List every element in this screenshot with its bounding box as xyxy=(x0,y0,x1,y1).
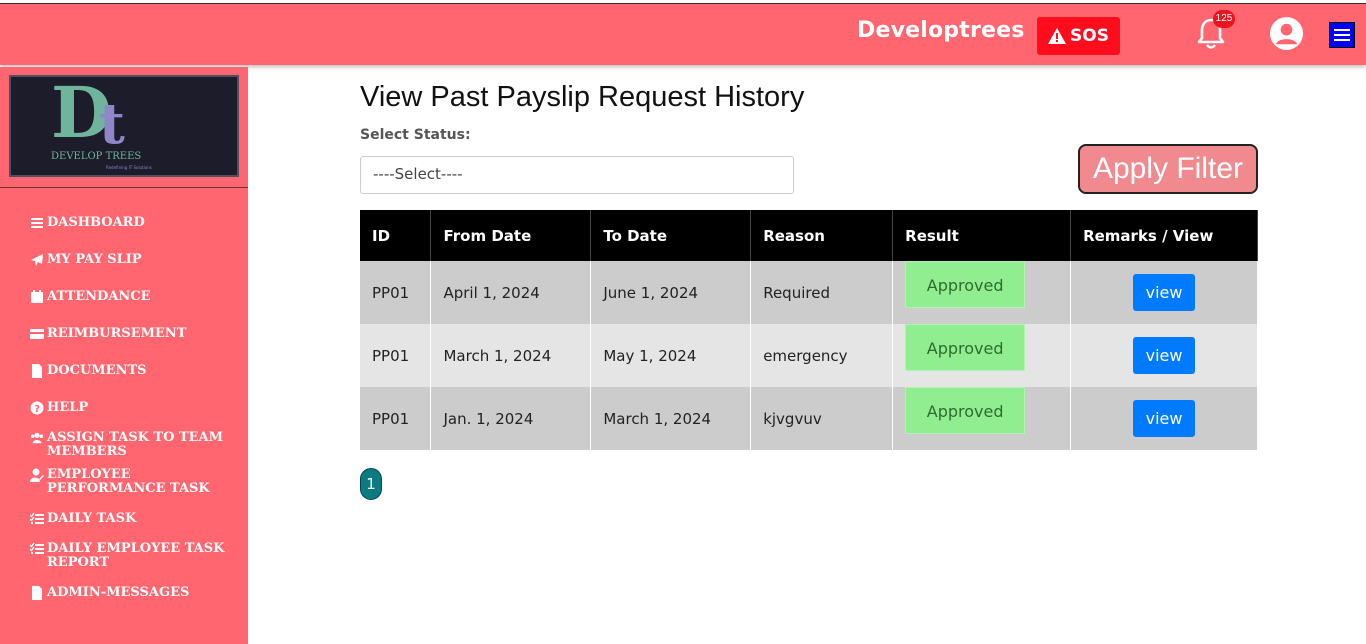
cell-from-date: March 1, 2024 xyxy=(430,324,592,387)
sidebar-item-label: DAILY EMPLOYEE TASK REPORT xyxy=(47,541,225,570)
sidebar-item-label: ASSIGN TASK TO TEAM MEMBERS xyxy=(47,430,224,459)
cell-action: view xyxy=(1070,261,1258,324)
logo-tagline: Redefining IT Solutions xyxy=(106,165,152,170)
table-row: PP01 April 1, 2024 June 1, 2024 Required… xyxy=(360,261,1258,324)
file-icon xyxy=(32,586,42,600)
svg-text:?: ? xyxy=(34,404,40,415)
cell-result: Approved xyxy=(892,387,1072,450)
sidebar-item-daily-employee-task-report[interactable]: DAILY EMPLOYEE TASK REPORT xyxy=(30,542,246,570)
sidebar-item-assign-task[interactable]: ASSIGN TASK TO TEAM MEMBERS xyxy=(30,431,246,459)
top-header: Developtrees SOS 125 xyxy=(0,3,1366,65)
cell-reason: Required xyxy=(750,261,894,324)
result-badge: Approved xyxy=(905,324,1026,371)
sidebar-item-label: DASHBOARD xyxy=(47,215,145,230)
cell-reason: kjvgvuv xyxy=(750,387,894,450)
sidebar-item-admin-messages[interactable]: ADMIN-MESSAGES xyxy=(30,586,246,600)
sidebar-divider xyxy=(0,187,248,188)
sidebar-item-label: ATTENDANCE xyxy=(47,289,151,304)
column-header-id: ID xyxy=(360,210,432,261)
users-icon xyxy=(30,432,44,444)
sidebar-item-label: REIMBURSEMENT xyxy=(47,326,187,341)
logo-text: DEVELOP TREES xyxy=(51,151,141,162)
sidebar-item-label: EMPLOYEE PERFORMANCE TASK xyxy=(47,467,210,496)
user-avatar-icon[interactable] xyxy=(1269,16,1304,51)
page-title: View Past Payslip Request History xyxy=(360,81,805,113)
table-row: PP01 March 1, 2024 May 1, 2024 emergency… xyxy=(360,324,1258,387)
column-header-to-date: To Date xyxy=(590,210,752,261)
column-header-result: Result xyxy=(892,210,1072,261)
logo-graphic: D t DEVELOP TREES Redefining IT Solution… xyxy=(51,71,152,170)
cell-action: view xyxy=(1070,387,1258,450)
cell-result: Approved xyxy=(892,261,1072,324)
pagination-page-1[interactable]: 1 xyxy=(360,468,382,500)
cell-to-date: March 1, 2024 xyxy=(590,387,752,450)
hamburger-line xyxy=(1334,39,1350,41)
cell-id: PP01 xyxy=(360,261,432,324)
list-icon xyxy=(31,218,43,228)
status-filter-label: Select Status: xyxy=(360,127,471,143)
sidebar-item-help[interactable]: ? HELP xyxy=(30,401,246,415)
notification-badge: 125 xyxy=(1213,10,1235,28)
cell-id: PP01 xyxy=(360,324,432,387)
column-header-from-date: From Date xyxy=(430,210,592,261)
paper-plane-icon xyxy=(31,254,43,266)
sidebar-item-documents[interactable]: DOCUMENTS xyxy=(30,364,246,378)
cell-from-date: April 1, 2024 xyxy=(430,261,592,324)
question-circle-icon: ? xyxy=(30,401,44,415)
sidebar-item-daily-task[interactable]: DAILY TASK xyxy=(30,512,246,526)
task-list-icon xyxy=(30,542,44,554)
cell-reason: emergency xyxy=(750,324,894,387)
cell-id: PP01 xyxy=(360,387,432,450)
hamburger-icon xyxy=(1334,29,1350,31)
sidebar-item-employee-performance[interactable]: EMPLOYEE PERFORMANCE TASK xyxy=(30,468,246,496)
menu-toggle-button[interactable] xyxy=(1329,22,1355,48)
column-header-reason: Reason xyxy=(750,210,894,261)
hamburger-line xyxy=(1334,34,1350,36)
sidebar-item-label: HELP xyxy=(47,400,89,415)
warning-icon xyxy=(1048,28,1067,44)
credit-card-icon xyxy=(30,329,44,339)
company-logo[interactable]: D t DEVELOP TREES Redefining IT Solution… xyxy=(9,71,239,177)
sidebar-item-label: DAILY TASK xyxy=(47,511,137,526)
result-badge: Approved xyxy=(905,387,1026,434)
table-header-row: ID From Date To Date Reason Result Remar… xyxy=(360,210,1258,261)
brand-name: Developtrees xyxy=(857,18,1025,43)
sidebar-item-reimbursement[interactable]: REIMBURSEMENT xyxy=(30,327,246,341)
cell-to-date: May 1, 2024 xyxy=(590,324,752,387)
view-button[interactable]: view xyxy=(1133,274,1196,311)
view-button[interactable]: view xyxy=(1133,337,1196,374)
cell-from-date: Jan. 1, 2024 xyxy=(430,387,592,450)
sidebar-item-label: ADMIN-MESSAGES xyxy=(47,585,190,600)
result-badge: Approved xyxy=(905,261,1026,308)
task-list-icon xyxy=(30,512,44,524)
status-select[interactable]: ----Select---- xyxy=(360,156,794,194)
cell-action: view xyxy=(1070,324,1258,387)
sos-label: SOS xyxy=(1070,26,1109,46)
table-row: PP01 Jan. 1, 2024 March 1, 2024 kjvgvuv … xyxy=(360,387,1258,450)
column-header-remarks-view: Remarks / View xyxy=(1070,210,1258,261)
cell-result: Approved xyxy=(892,324,1072,387)
apply-filter-button[interactable]: Apply Filter xyxy=(1078,144,1258,194)
view-button[interactable]: view xyxy=(1133,400,1196,437)
sos-button[interactable]: SOS xyxy=(1037,17,1120,55)
sidebar-item-label: DOCUMENTS xyxy=(47,363,147,378)
cell-to-date: June 1, 2024 xyxy=(590,261,752,324)
user-edit-icon xyxy=(30,468,44,482)
sidebar-item-my-pay-slip[interactable]: MY PAY SLIP xyxy=(30,253,246,267)
sidebar-item-label: MY PAY SLIP xyxy=(47,252,142,267)
svg-text:t: t xyxy=(99,91,125,157)
file-icon xyxy=(32,364,42,378)
calendar-icon xyxy=(31,290,43,303)
sidebar-item-attendance[interactable]: ATTENDANCE xyxy=(30,290,246,304)
payslip-history-table: ID From Date To Date Reason Result Remar… xyxy=(360,210,1258,450)
sidebar-item-dashboard[interactable]: DASHBOARD xyxy=(30,216,246,230)
sidebar: D t DEVELOP TREES Redefining IT Solution… xyxy=(0,67,248,644)
